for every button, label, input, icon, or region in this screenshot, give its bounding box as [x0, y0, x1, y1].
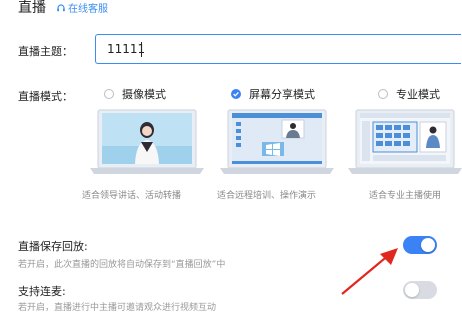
mode-option-professional[interactable]: 专业模式 — [378, 86, 440, 102]
professional-mode-caption: 适合专业主播使用 — [369, 191, 442, 201]
camera-mode-illustration[interactable] — [88, 108, 206, 176]
page-title: 直播 — [18, 0, 46, 16]
topic-label: 直播主题： — [18, 45, 73, 58]
screen-share-mode-illustration[interactable] — [218, 108, 336, 176]
mode-option-camera[interactable]: 摄像模式 — [104, 86, 166, 102]
professional-mode-illustration[interactable] — [346, 108, 462, 176]
save-replay-description: 若开启，此次直播的回放将自动保存到“直播回放”中 — [18, 260, 226, 270]
red-arrow-icon — [341, 248, 398, 295]
save-replay-toggle[interactable] — [403, 236, 437, 254]
save-replay-label: 直播保存回放: — [18, 240, 88, 253]
mode-label: 直播模式： — [18, 90, 73, 103]
mode-option-screen-share[interactable]: 屏幕分享模式 — [231, 86, 315, 102]
topic-input-value: 11111 — [107, 42, 146, 56]
co-host-toggle[interactable] — [403, 281, 437, 299]
text-caret — [141, 42, 142, 57]
mode-option-camera-label: 摄像模式 — [122, 88, 166, 101]
headset-icon — [57, 3, 65, 11]
check-circle-icon — [231, 89, 241, 99]
screen-share-mode-caption: 适合远程培训、操作演示 — [217, 191, 317, 201]
topic-input[interactable]: 11111 — [95, 34, 461, 64]
mode-option-screen-share-label: 屏幕分享模式 — [249, 88, 315, 101]
co-host-label: 支持连麦: — [18, 285, 66, 298]
online-service-link[interactable]: 在线客服 — [56, 0, 108, 15]
camera-mode-caption: 适合领导讲话、活动转播 — [82, 191, 182, 201]
mode-option-professional-label: 专业模式 — [396, 88, 440, 101]
toggle-knob — [421, 238, 435, 252]
page-header: 直播 在线客服 — [0, 0, 462, 16]
co-host-description: 若开启，直播进行中主播可邀请观众进行视频互动 — [18, 303, 217, 313]
radio-unchecked-icon — [378, 89, 388, 99]
toggle-knob — [405, 283, 419, 297]
online-service-label: 在线客服 — [68, 4, 108, 15]
radio-unchecked-icon — [104, 89, 114, 99]
